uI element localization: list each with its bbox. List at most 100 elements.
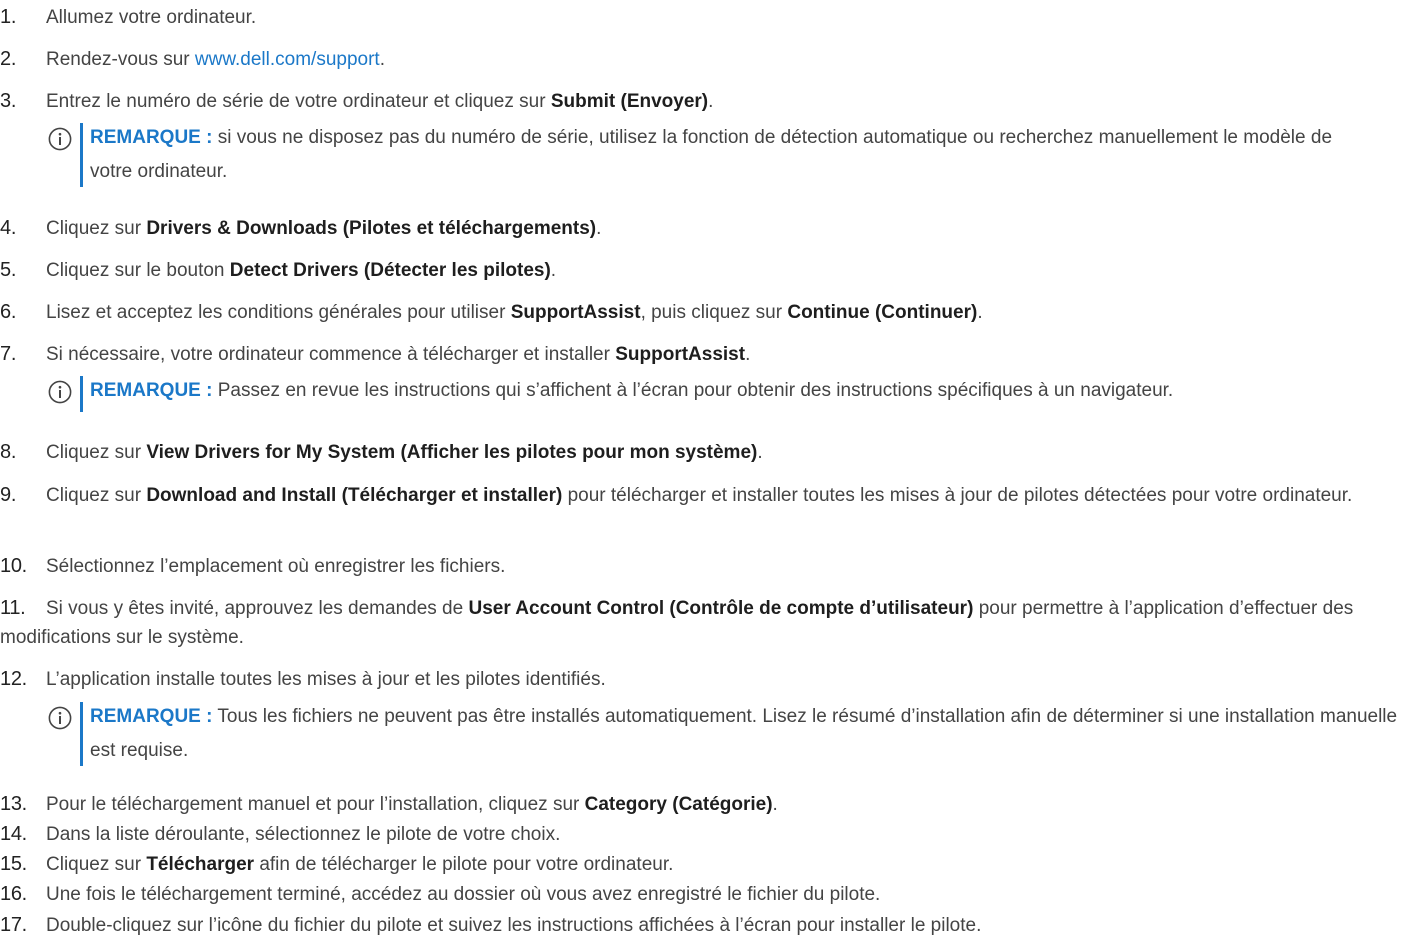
step-text-bold: Drivers & Downloads (Pilotes et téléchar… — [146, 218, 597, 239]
step-5: 5. Cliquez sur le bouton Detect Drivers … — [0, 256, 1410, 285]
step-text: Rendez-vous sur www.dell.com/support. — [0, 45, 1410, 74]
step-text-bold: Submit (Envoyer) — [550, 91, 709, 112]
step-text-part: . — [745, 344, 751, 365]
step-text-bold: Category (Catégorie) — [584, 794, 773, 815]
step-text-part: Une fois le téléchargement terminé, accé… — [46, 884, 881, 905]
step-number: 14. — [0, 823, 27, 845]
step-text-bold: View Drivers for My System (Afficher les… — [146, 442, 758, 463]
step-text-part: Sélectionnez l’emplacement où enregistre… — [46, 556, 506, 577]
step-text-part: afin de télécharger le pilote pour votre… — [254, 854, 674, 875]
step-number: 5. — [0, 259, 17, 281]
step-text-part: . — [550, 260, 557, 281]
step-text: Dans la liste déroulante, sélectionnez l… — [0, 820, 1410, 849]
step-text-part: Cliquez sur le bouton — [46, 260, 230, 281]
step-text: Pour le téléchargement manuel et pour l’… — [0, 790, 1410, 819]
step-text: L’application installe toutes les mises … — [0, 665, 1410, 694]
document-page: 1. Allumez votre ordinateur. 2. Rendez-v… — [0, 0, 1416, 944]
note-text: REMARQUE : Passez en revue les instructi… — [90, 374, 1410, 408]
step-text: Allumez votre ordinateur. — [0, 3, 1410, 32]
info-circle-icon — [48, 706, 72, 730]
step-text-part: . — [379, 49, 385, 70]
step-text-part: Cliquez sur — [46, 442, 147, 463]
note-text: REMARQUE : si vous ne disposez pas du nu… — [90, 121, 1350, 189]
step-number: 9. — [0, 484, 17, 506]
step-number: 4. — [0, 217, 17, 239]
step-number: 12. — [0, 668, 27, 690]
step-text-part: Double-cliquez sur l’icône du fichier du… — [46, 915, 982, 936]
note-accent-bar — [80, 376, 83, 412]
step-text: Cliquez sur Drivers & Downloads (Pilotes… — [0, 214, 1410, 243]
note-block: REMARQUE : Tous les fichiers ne peuvent … — [48, 700, 1410, 768]
step-text-part: . — [757, 442, 763, 463]
note-text: REMARQUE : Tous les fichiers ne peuvent … — [90, 700, 1400, 768]
step-text-part: Allumez votre ordinateur. — [46, 7, 257, 28]
note-block: REMARQUE : si vous ne disposez pas du nu… — [48, 121, 1410, 189]
step-text-part: Pour le téléchargement manuel et pour l’… — [46, 794, 585, 815]
step-text-part: . — [708, 91, 714, 112]
step-number: 1. — [0, 6, 17, 28]
step-4: 4. Cliquez sur Drivers & Downloads (Pilo… — [0, 214, 1410, 243]
note-accent-bar — [80, 123, 83, 187]
step-text-bold: SupportAssist — [510, 302, 641, 323]
note-accent-bar — [80, 702, 83, 766]
step-9: 9. Cliquez sur Download and Install (Tél… — [0, 481, 1410, 510]
note-label: REMARQUE : — [90, 706, 213, 727]
step-text-part: Dans la liste déroulante, sélectionnez l… — [46, 824, 561, 845]
step-text-bold: Detect Drivers (Détecter les pilotes) — [229, 260, 551, 281]
step-text: Sélectionnez l’emplacement où enregistre… — [0, 552, 1410, 581]
step-text-part: Entrez le numéro de série de votre ordin… — [46, 91, 551, 112]
step-number: 10. — [0, 555, 27, 577]
step-text-part: Cliquez sur — [46, 218, 147, 239]
step-number: 6. — [0, 301, 17, 323]
step-15: 15. Cliquez sur Télécharger afin de télé… — [0, 850, 1410, 879]
step-8: 8. Cliquez sur View Drivers for My Syste… — [0, 438, 1410, 467]
step-14: 14. Dans la liste déroulante, sélectionn… — [0, 820, 1410, 849]
step-text: Si nécessaire, votre ordinateur commence… — [0, 340, 1410, 369]
step-6: 6. Lisez et acceptez les conditions géné… — [0, 298, 1410, 327]
step-text-part: Cliquez sur — [46, 485, 147, 506]
step-text: Une fois le téléchargement terminé, accé… — [0, 880, 1410, 909]
step-3: 3. Entrez le numéro de série de votre or… — [0, 87, 1410, 116]
note-body: Passez en revue les instructions qui s’a… — [212, 380, 1174, 401]
step-text: Cliquez sur Télécharger afin de téléchar… — [0, 850, 1410, 879]
step-text-bold: SupportAssist — [615, 344, 746, 365]
step-number: 11. — [0, 597, 26, 619]
step-7: 7. Si nécessaire, votre ordinateur comme… — [0, 340, 1410, 369]
info-circle-icon — [48, 127, 72, 151]
step-text-part: . — [977, 302, 983, 323]
dell-support-link[interactable]: www.dell.com/support — [195, 49, 380, 70]
step-text: Double-cliquez sur l’icône du fichier du… — [0, 911, 1410, 940]
step-text-bold: Download and Install (Télécharger et ins… — [146, 485, 563, 506]
step-10: 10. Sélectionnez l’emplacement où enregi… — [0, 552, 1410, 581]
step-number: 7. — [0, 343, 17, 365]
step-number: 17. — [0, 914, 27, 936]
step-text: Lisez et acceptez les conditions général… — [0, 298, 1410, 327]
step-text-bold: Continue (Continuer) — [787, 302, 978, 323]
note-body: si vous ne disposez pas du numéro de sér… — [90, 127, 1333, 182]
note-label: REMARQUE : — [90, 127, 213, 148]
step-number: 15. — [0, 853, 27, 875]
step-text-part: Cliquez sur — [46, 854, 147, 875]
step-2: 2. Rendez-vous sur www.dell.com/support. — [0, 45, 1410, 74]
step-text-part: . — [596, 218, 602, 239]
step-text-bold: User Account Control (Contrôle de compte… — [468, 598, 974, 619]
step-17: 17. Double-cliquez sur l’icône du fichie… — [0, 911, 1410, 940]
step-text-part: , puis cliquez sur — [640, 302, 788, 323]
step-1: 1. Allumez votre ordinateur. — [0, 3, 1410, 32]
step-text-part: Si vous y êtes invité, approuvez les dem… — [46, 598, 469, 619]
info-circle-icon — [48, 380, 72, 404]
note-label: REMARQUE : — [90, 380, 213, 401]
step-text: Cliquez sur Download and Install (Téléch… — [0, 481, 1410, 510]
step-number: 2. — [0, 48, 17, 70]
step-text-part: Si nécessaire, votre ordinateur commence… — [46, 344, 616, 365]
step-13: 13. Pour le téléchargement manuel et pou… — [0, 790, 1410, 819]
step-text-part: Lisez et acceptez les conditions général… — [46, 302, 511, 323]
step-text-part: . — [772, 794, 778, 815]
step-text-part: Rendez-vous sur — [46, 49, 195, 70]
step-text-bold: Télécharger — [146, 854, 255, 875]
step-text: Entrez le numéro de série de votre ordin… — [0, 87, 1410, 116]
note-block: REMARQUE : Passez en revue les instructi… — [48, 374, 1410, 414]
step-16: 16. Une fois le téléchargement terminé, … — [0, 880, 1410, 909]
step-text: Si vous y êtes invité, approuvez les dem… — [0, 594, 1410, 652]
step-number: 3. — [0, 90, 17, 112]
